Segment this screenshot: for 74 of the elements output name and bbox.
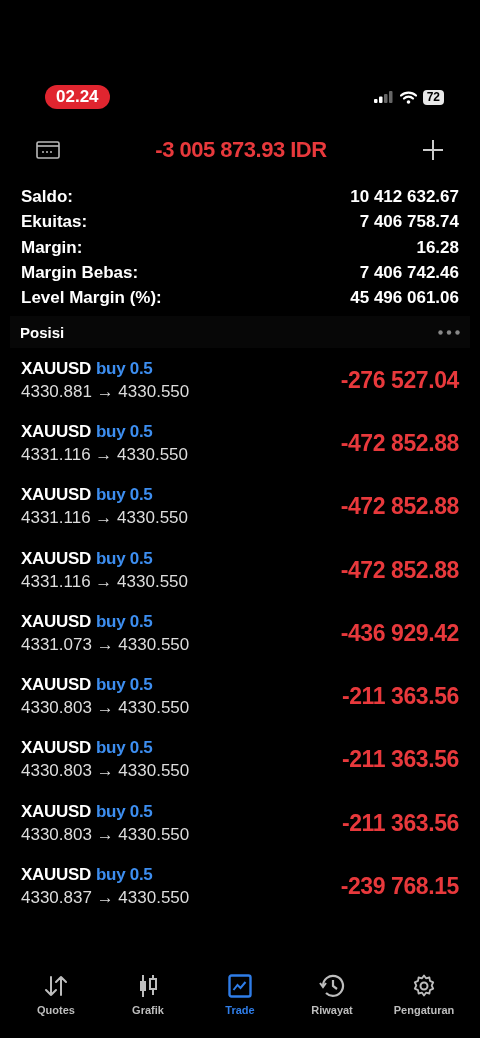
position-symbol: XAUUSD — [21, 801, 91, 822]
position-side: buy 0.5 — [96, 421, 153, 442]
position-profit: -472 852.88 — [340, 493, 459, 521]
position-row[interactable]: XAUUSD buy 0.5 4331.073 → 4330.550 -436 929.42 — [0, 601, 480, 665]
position-prices: 4330.803 → 4330.550 — [21, 824, 190, 845]
position-row[interactable]: XAUUSD buy 0.5 4330.837 → 4330.550 -239 768.15 — [0, 854, 480, 919]
position-row[interactable]: XAUUSD buy 0.5 4330.803 → 4330.550 -211 363.56 — [0, 664, 480, 729]
position-symbol: XAUUSD — [21, 421, 91, 442]
position-symbol: XAUUSD — [21, 358, 91, 379]
position-profit: -211 363.56 — [341, 746, 459, 774]
position-row[interactable]: XAUUSD buy 0.5 4331.116 → 4330.550 -472 852.88 — [0, 411, 480, 476]
section-title: Posisi — [20, 324, 65, 341]
summary-value: 16.28 — [416, 236, 459, 259]
position-profit: -472 852.88 — [340, 429, 459, 457]
card-icon — [36, 141, 60, 159]
plus-icon[interactable] — [422, 139, 444, 161]
wifi-icon — [399, 90, 417, 104]
position-side: buy 0.5 — [96, 865, 153, 885]
position-symbol: XAUUSD — [21, 865, 91, 885]
position-row[interactable]: XAUUSD buy 0.5 4331.116 → 4330.550 -472 852.88 — [0, 475, 480, 539]
battery-level: 72 — [422, 89, 444, 105]
position-symbol: XAUUSD — [21, 675, 91, 696]
tab-button[interactable]: Riwayat — [290, 974, 374, 1016]
summary-label: Margin Bebas: — [21, 261, 139, 284]
status-time: 02.24 — [45, 85, 110, 109]
summary-label: Saldo: — [21, 186, 73, 208]
position-profit: -472 852.88 — [340, 556, 459, 584]
summary-value: 7 406 742.46 — [359, 261, 459, 284]
position-prices: 4331.116 → 4330.550 — [21, 571, 188, 592]
position-row[interactable]: XAUUSD buy 0.5 4330.803 → 4330.550 -211 363.56 — [0, 791, 480, 855]
tab-button[interactable]: Quotes — [14, 974, 98, 1016]
position-side: buy 0.5 — [96, 358, 153, 379]
summary-label: Level Margin (%): — [21, 287, 162, 310]
account-balance: -3 005 873.93 IDR — [155, 137, 327, 163]
position-profit: -276 527.04 — [340, 366, 459, 394]
signal-icon — [373, 91, 394, 103]
position-row[interactable]: XAUUSD buy 0.5 4331.116 → 4330.550 -472 852.88 — [0, 538, 480, 602]
position-prices: 4330.803 → 4330.550 — [21, 698, 190, 719]
tab-button[interactable]: Pengaturan — [382, 974, 466, 1016]
position-side: buy 0.5 — [96, 548, 153, 569]
tab-button[interactable]: Grafik — [106, 974, 190, 1016]
position-prices: 4330.881 → 4330.550 — [21, 381, 190, 402]
summary-label: Margin: — [21, 236, 83, 259]
position-profit: -211 363.56 — [341, 809, 459, 837]
position-profit: -239 768.15 — [340, 873, 459, 900]
position-row[interactable]: XAUUSD buy 0.5 4330.881 → 4330.550 -276 527.04 — [0, 348, 480, 412]
more-icon[interactable] — [438, 330, 460, 335]
tab-button[interactable]: Trade — [198, 974, 282, 1016]
summary-label: Ekuitas: — [21, 211, 88, 234]
history-icon — [319, 974, 345, 998]
candlestick-icon — [138, 974, 158, 998]
summary-value: 45 496 061.06 — [350, 287, 459, 310]
position-symbol: XAUUSD — [21, 485, 91, 506]
position-side: buy 0.5 — [96, 801, 153, 822]
summary-value: 10 412 632.67 — [350, 186, 459, 208]
position-prices: 4331.116 → 4330.550 — [21, 444, 188, 465]
position-symbol: XAUUSD — [21, 548, 91, 569]
position-side: buy 0.5 — [96, 611, 153, 632]
position-prices: 4331.073 → 4330.550 — [21, 634, 190, 655]
position-prices: 4330.803 → 4330.550 — [21, 761, 190, 782]
position-profit: -436 929.42 — [340, 619, 459, 647]
position-profit: -211 363.56 — [341, 683, 459, 711]
position-prices: 4330.837 → 4330.550 — [21, 888, 190, 908]
summary-value: 7 406 758.74 — [359, 211, 459, 234]
arrows-up-down-icon — [43, 974, 69, 998]
trend-chart-icon — [228, 974, 252, 998]
position-side: buy 0.5 — [96, 738, 153, 759]
position-side: buy 0.5 — [96, 675, 153, 696]
position-row[interactable]: XAUUSD buy 0.5 4330.803 → 4330.550 -211 363.56 — [0, 728, 480, 792]
position-side: buy 0.5 — [96, 485, 153, 506]
settings-icon — [412, 974, 436, 998]
position-prices: 4331.116 → 4330.550 — [21, 508, 188, 529]
position-symbol: XAUUSD — [21, 611, 91, 632]
position-symbol: XAUUSD — [21, 738, 91, 759]
